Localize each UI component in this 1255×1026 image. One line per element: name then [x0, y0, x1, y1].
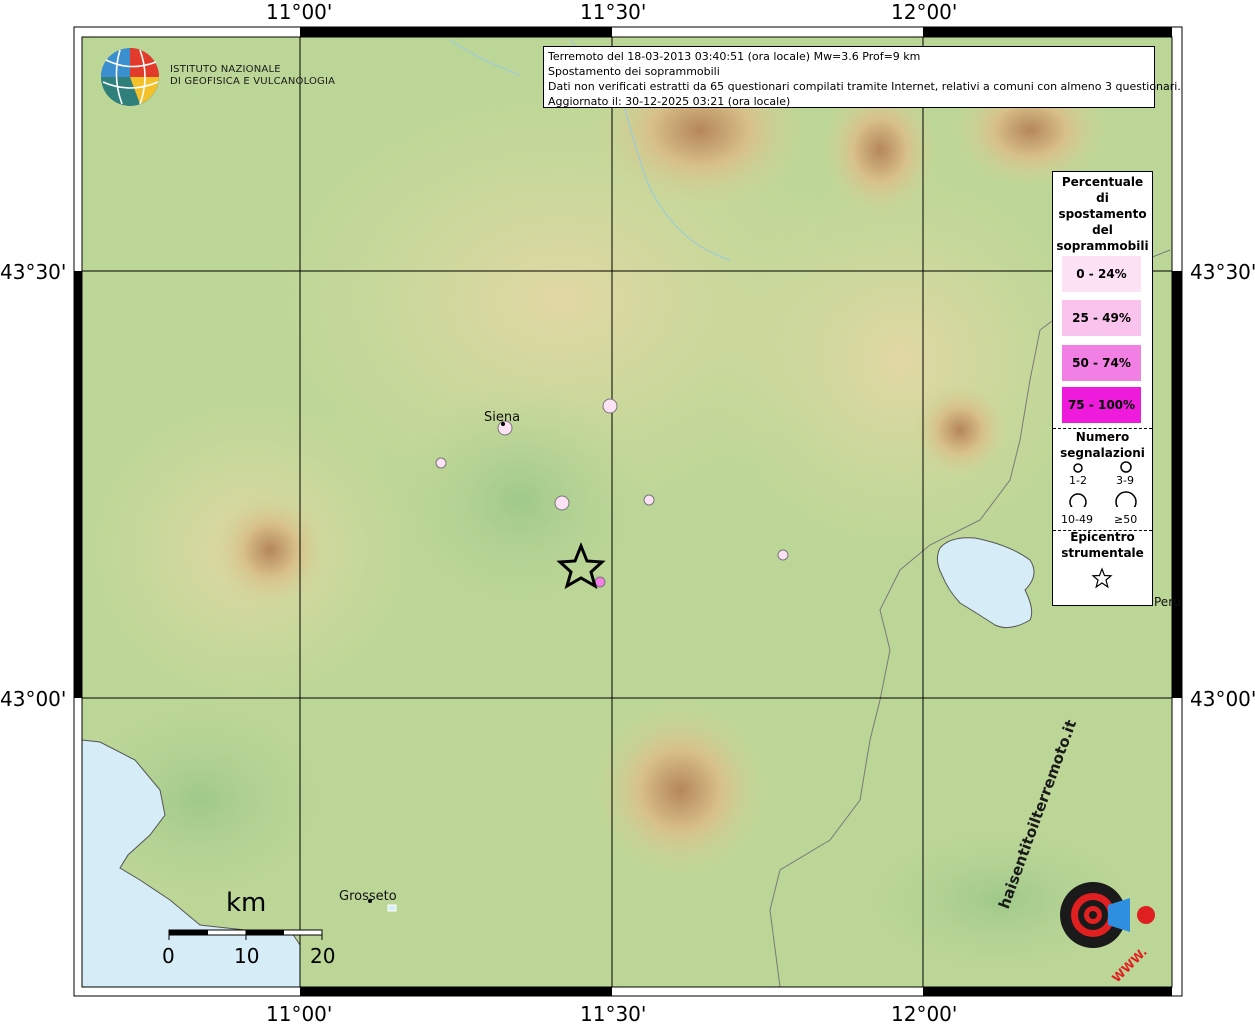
legend-title-5: soprammobili: [1056, 239, 1149, 253]
lat-tick-left-2: 43°00': [0, 687, 67, 711]
lat-tick-right-1: 43°30': [1190, 260, 1255, 284]
city-label-grosseto: Grosseto: [339, 889, 397, 904]
terrain: [82, 37, 1172, 987]
updated-line: Aggiornato il: 30-12-2025 03:21 (ora loc…: [548, 95, 791, 108]
observation-marker[interactable]: [602, 398, 618, 414]
lat-tick-left-1: 43°30': [0, 260, 67, 284]
event-info-box: Terremoto del 18-03-2013 03:40:51 (ora l…: [543, 46, 1181, 108]
legend-title-1: Percentuale: [1061, 175, 1144, 189]
lon-tick-top-1: 11°00': [266, 0, 333, 24]
legend-count-50: ≥50: [1114, 513, 1138, 526]
legend-count-10-49: 10-49: [1061, 513, 1093, 526]
legend-star-icon: [1091, 567, 1113, 589]
legend-count-title-1: Numero: [1075, 430, 1130, 444]
legend-title-4: del: [1092, 223, 1113, 237]
legend-count-3-9: 3-9: [1116, 474, 1134, 487]
lon-tick-bottom-3: 12°00': [891, 1002, 958, 1026]
observation-marker[interactable]: [435, 457, 447, 469]
legend-panel: Percentuale di spostamento del soprammob…: [1052, 171, 1153, 606]
city-label-siena: Siena: [484, 410, 521, 425]
ingv-logo: [101, 48, 159, 106]
lon-tick-bottom-1: 11°00': [266, 1002, 333, 1026]
scale-label-10: 10: [234, 944, 260, 968]
scale-unit: km: [226, 888, 267, 918]
legend-class-0-24: 0 - 24%: [1062, 256, 1141, 292]
legend-class-75-100: 75 - 100%: [1062, 387, 1141, 423]
lat-tick-right-2: 43°00': [1190, 687, 1255, 711]
ingv-line-2: DI GEOFISICA E VULCANOLOGIA: [170, 76, 336, 87]
lon-tick-bottom-2: 11°30': [580, 1002, 647, 1026]
legend-epi-title-2: strumentale: [1061, 546, 1144, 560]
legend-title-3: spostamento: [1058, 207, 1147, 221]
legend-title-2: di: [1096, 191, 1109, 205]
observation-marker[interactable]: [643, 494, 655, 506]
legend-count-circles: [1069, 461, 1137, 507]
legend-class-25-49: 25 - 49%: [1062, 300, 1141, 336]
data-note: Dati non verificati estratti da 65 quest…: [548, 80, 1181, 93]
ingv-line-1: ISTITUTO NAZIONALE: [170, 64, 281, 75]
observation-marker[interactable]: [594, 576, 606, 588]
map-subject: Spostamento dei soprammobili: [548, 65, 720, 78]
scale-label-20: 20: [310, 944, 336, 968]
legend-class-50-74: 50 - 74%: [1062, 345, 1141, 381]
legend-count-1-2: 1-2: [1069, 474, 1087, 487]
observation-marker[interactable]: [777, 549, 789, 561]
lon-tick-top-3: 12°00': [891, 0, 958, 24]
city-label-perugia: Peru: [1154, 595, 1181, 609]
lon-tick-top-2: 11°30': [580, 0, 647, 24]
observation-marker[interactable]: [554, 495, 570, 511]
event-line: Terremoto del 18-03-2013 03:40:51 (ora l…: [548, 50, 921, 63]
legend-epi-title-1: Epicentro: [1070, 530, 1135, 544]
scale-label-0: 0: [162, 944, 175, 968]
ingv-logo-text: ISTITUTO NAZIONALE DI GEOFISICA E VULCAN…: [170, 64, 335, 88]
